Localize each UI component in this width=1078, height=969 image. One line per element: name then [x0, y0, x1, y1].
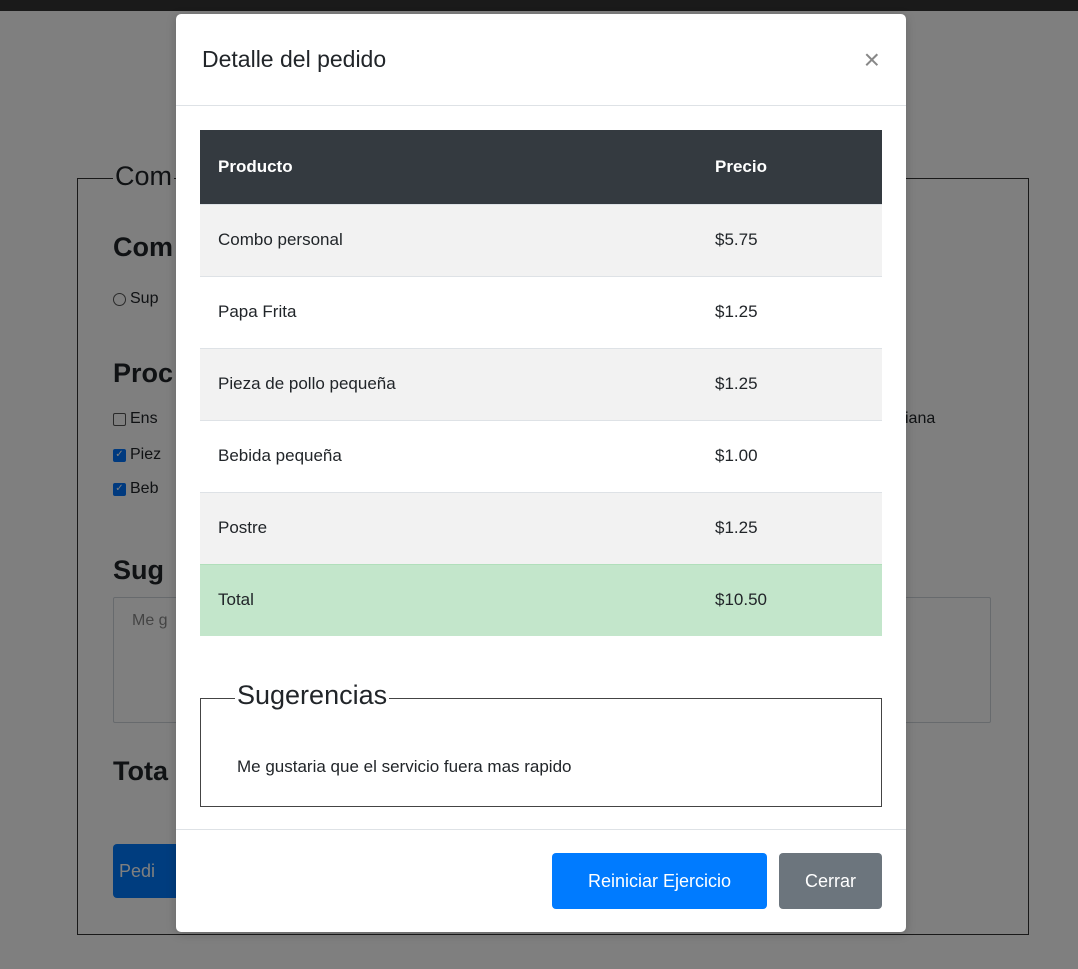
table-header-row: Producto Precio: [200, 130, 882, 204]
price-cell: $1.00: [697, 419, 882, 492]
suggestions-fieldset: Sugerencias Me gustaria que el servicio …: [200, 680, 882, 807]
suggestions-text: Me gustaria que el servicio fuera mas ra…: [237, 757, 572, 776]
column-header-product: Producto: [200, 130, 697, 204]
total-row: Total $10.50: [200, 563, 882, 636]
order-table: Producto Precio Combo personal $5.75 Pap…: [200, 130, 882, 636]
price-cell: $1.25: [697, 491, 882, 564]
suggestions-legend: Sugerencias: [235, 680, 390, 711]
product-cell: Pieza de pollo pequeña: [200, 347, 697, 420]
order-detail-modal: Detalle del pedido × Producto Precio Com…: [176, 14, 906, 932]
table-row: Pieza de pollo pequeña $1.25: [200, 347, 882, 420]
modal-footer: Reiniciar Ejercicio Cerrar: [176, 829, 906, 932]
price-cell: $5.75: [697, 203, 882, 276]
total-label-cell: Total: [200, 563, 697, 636]
browser-top-strip: [0, 0, 1078, 11]
modal-body: Producto Precio Combo personal $5.75 Pap…: [176, 106, 906, 807]
product-cell: Papa Frita: [200, 275, 697, 348]
table-row: Combo personal $5.75: [200, 203, 882, 276]
price-cell: $1.25: [697, 347, 882, 420]
table-row: Bebida pequeña $1.00: [200, 419, 882, 492]
price-cell: $1.25: [697, 275, 882, 348]
product-cell: Postre: [200, 491, 697, 564]
product-cell: Combo personal: [200, 203, 697, 276]
table-row: Papa Frita $1.25: [200, 275, 882, 348]
product-cell: Bebida pequeña: [200, 419, 697, 492]
modal-header: Detalle del pedido ×: [176, 14, 906, 106]
column-header-price: Precio: [697, 130, 882, 204]
reset-exercise-button[interactable]: Reiniciar Ejercicio: [552, 853, 767, 909]
total-price-cell: $10.50: [697, 563, 882, 636]
close-button[interactable]: Cerrar: [779, 853, 882, 909]
close-icon[interactable]: ×: [864, 45, 880, 74]
modal-title: Detalle del pedido: [202, 46, 387, 72]
table-row: Postre $1.25: [200, 491, 882, 564]
